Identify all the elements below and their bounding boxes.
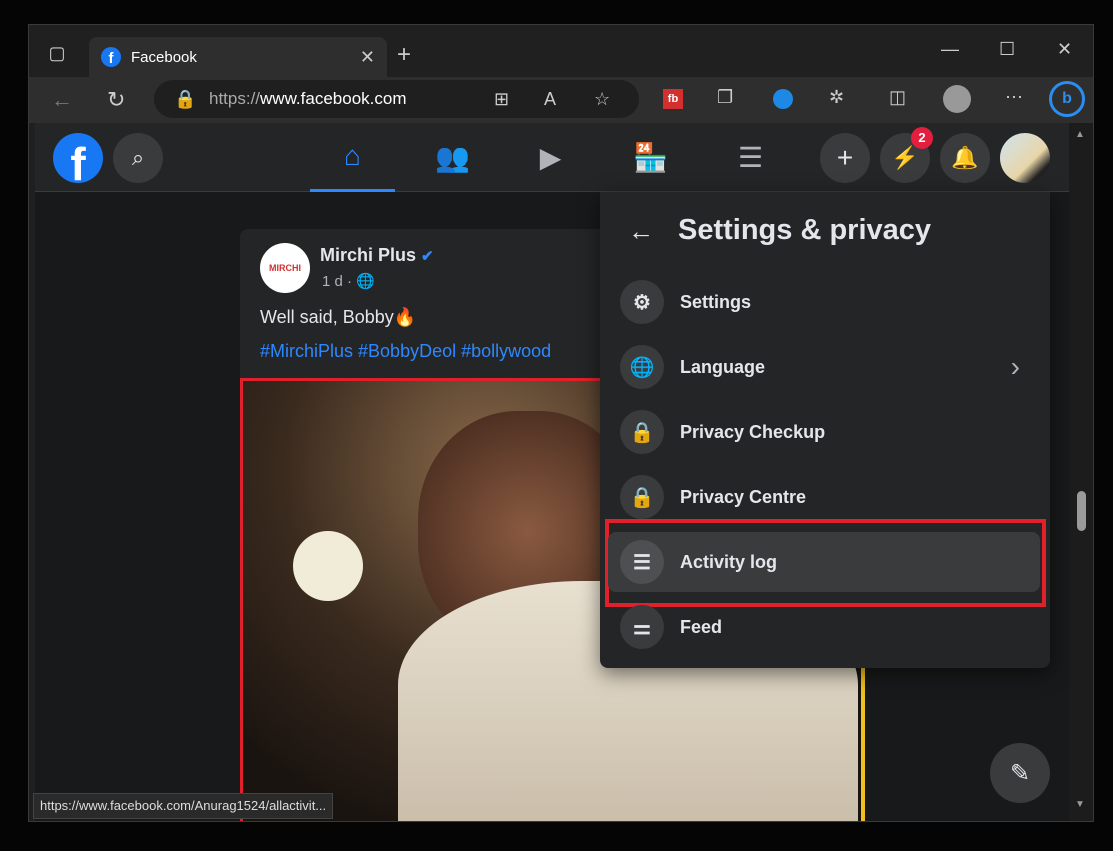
create-plus-icon[interactable]: + (820, 133, 870, 183)
menu-item-privacy-checkup[interactable]: 🔒 Privacy Checkup (608, 402, 1040, 462)
menu-item-label: Privacy Checkup (680, 421, 826, 442)
scroll-down-icon[interactable]: ▼ (1075, 799, 1085, 810)
sliders-icon: ⚌ (620, 605, 664, 649)
menu-item-language[interactable]: 🌐 Language › (608, 337, 1040, 397)
menu-item-activity-log[interactable]: ☰ Activity log (608, 532, 1040, 592)
nav-menu-icon[interactable]: ☰ (708, 123, 793, 192)
read-aloud-icon[interactable]: A (544, 89, 556, 110)
menu-item-privacy-centre[interactable]: 🔒 Privacy Centre (608, 467, 1040, 527)
back-icon[interactable]: ← (51, 87, 73, 113)
extension-copy-icon[interactable]: ❐ (717, 87, 733, 108)
url-prefix: https:// (209, 89, 261, 108)
search-icon[interactable]: ⌕ (113, 133, 163, 183)
more-options-icon[interactable]: ⋯ (1005, 87, 1023, 108)
facebook-logo-icon[interactable]: f (53, 133, 103, 183)
bing-icon[interactable]: b (1049, 81, 1085, 117)
globe-icon: 🌐 (620, 345, 664, 389)
extension-player-icon[interactable] (773, 89, 793, 109)
page-scrollbar[interactable]: ▲ ▼ (1069, 123, 1093, 821)
facebook-header: f ⌕ ⌂ 👥 ▶ 🏪 ☰ + ⚡ 2 🔔 (35, 123, 1069, 192)
minimize-icon[interactable]: — (941, 39, 959, 60)
back-arrow-icon[interactable]: ← (628, 216, 654, 247)
tab-actions-icon[interactable]: ▢ (45, 41, 69, 65)
scrollbar-thumb[interactable] (1077, 491, 1086, 531)
profile-avatar[interactable] (1000, 133, 1050, 183)
url-input[interactable]: 🔒 https://www.facebook.com ⊞ A ☆ (154, 80, 639, 118)
maximize-icon[interactable]: ☐ (999, 39, 1015, 60)
settings-privacy-menu: ← Settings & privacy ⚙ Settings 🌐 Language… (600, 192, 1050, 668)
refresh-icon[interactable]: ↻ (107, 87, 125, 113)
nav-home-icon[interactable]: ⌂ (310, 123, 395, 192)
tab-title: Facebook (131, 48, 197, 66)
lock-icon: 🔒 (174, 89, 197, 109)
photo-light (293, 531, 363, 601)
nav-marketplace-icon[interactable]: 🏪 (608, 123, 693, 192)
close-tab-icon[interactable]: ✕ (360, 47, 375, 68)
menu-item-label: Settings (680, 291, 752, 312)
list-icon: ☰ (620, 540, 664, 584)
menu-title: Settings & privacy (678, 214, 932, 246)
menu-item-label: Feed (680, 616, 723, 637)
messenger-badge: 2 (911, 127, 933, 149)
post-text: Well said, Bobby🔥 (260, 307, 417, 327)
menu-item-settings[interactable]: ⚙ Settings (608, 272, 1040, 332)
lock-heart-icon: 🔒 (620, 410, 664, 454)
notifications-bell-icon[interactable]: 🔔 (940, 133, 990, 183)
nav-friends-icon[interactable]: 👥 (410, 123, 495, 192)
menu-item-label: Activity log (680, 551, 778, 572)
verified-badge-icon: ✔ (421, 248, 434, 265)
new-tab-icon[interactable]: + (397, 41, 411, 69)
post-time[interactable]: 1 d · 🌐 (322, 272, 375, 290)
favorite-star-icon[interactable]: ☆ (594, 89, 610, 110)
tab-bar: ▢ f Facebook ✕ + — ☐ ✕ (29, 25, 1093, 77)
facebook-favicon-icon: f (101, 47, 121, 67)
url-host: www.facebook.com (260, 89, 407, 108)
menu-item-label: Privacy Centre (680, 486, 807, 507)
close-window-icon[interactable]: ✕ (1057, 39, 1072, 60)
app-available-icon[interactable]: ⊞ (494, 89, 509, 110)
extensions-puzzle-icon[interactable]: ✲ (829, 87, 844, 108)
chevron-right-icon: › (1010, 351, 1020, 382)
post-author-avatar[interactable]: MIRCHI (260, 243, 310, 293)
post-hashtags[interactable]: #MirchiPlus #BobbyDeol #bollywood (260, 341, 551, 362)
public-globe-icon: 🌐 (356, 273, 375, 290)
post-author[interactable]: Mirchi Plus ✔ (320, 245, 434, 266)
lock-icon: 🔒 (620, 475, 664, 519)
tab-facebook[interactable]: f Facebook ✕ (89, 37, 387, 77)
profile-avatar-icon[interactable] (943, 85, 971, 113)
scroll-up-icon[interactable]: ▲ (1075, 129, 1085, 140)
address-bar-row: ← ↻ 🔒 https://www.facebook.com ⊞ A ☆ fb … (29, 77, 1093, 123)
facebook-page: f ⌕ ⌂ 👥 ▶ 🏪 ☰ + ⚡ 2 🔔 MIRCHI Mirchi Plus… (35, 123, 1069, 821)
nav-watch-icon[interactable]: ▶ (508, 123, 593, 192)
gear-icon: ⚙ (620, 280, 664, 324)
split-screen-icon[interactable]: ◫ (889, 87, 906, 108)
browser-window: ▢ f Facebook ✕ + — ☐ ✕ ← ↻ 🔒 https://www… (28, 24, 1094, 822)
status-bar-url: https://www.facebook.com/Anurag1524/alla… (33, 793, 334, 819)
menu-item-feed[interactable]: ⚌ Feed (608, 597, 1040, 657)
new-message-compose-icon[interactable]: ✎ (990, 743, 1050, 803)
menu-item-label: Language (680, 356, 766, 377)
extension-tb-icon[interactable]: fb (663, 89, 683, 109)
